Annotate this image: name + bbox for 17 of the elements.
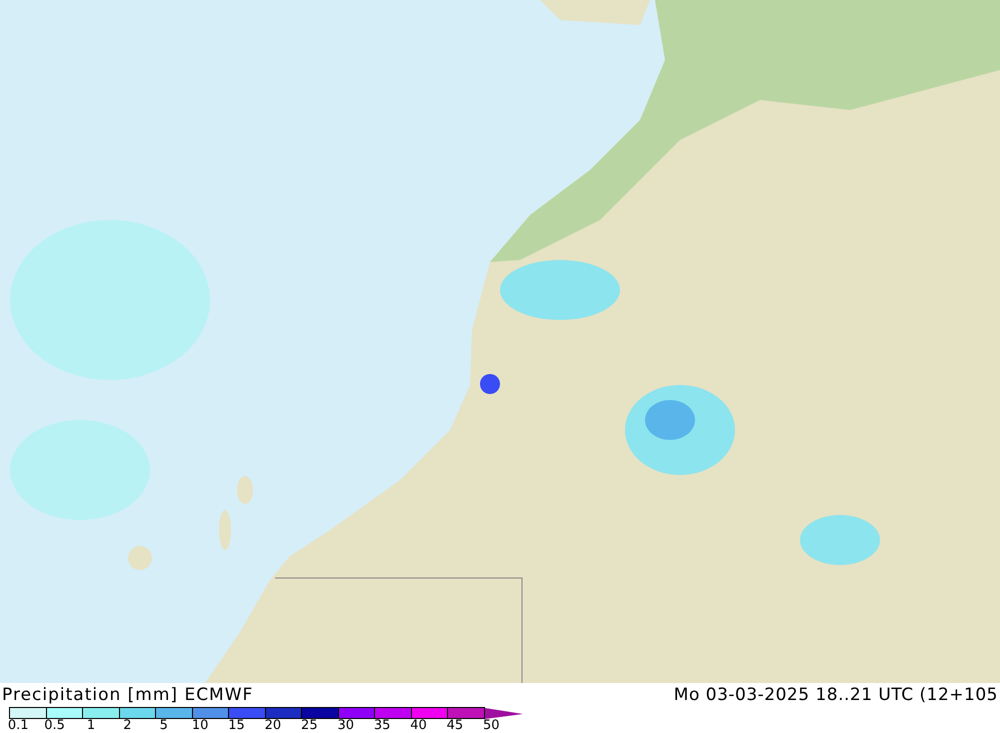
legend-tick-label: 50	[482, 719, 501, 732]
valid-time: Mo 03-03-2025 18..21 UTC (12+105	[674, 685, 998, 705]
legend-tick-label: 1	[86, 719, 96, 732]
legend-tick-label: 45	[446, 719, 464, 732]
legend-tick-label: 25	[300, 719, 319, 732]
legend-tick-label: 2	[122, 719, 132, 732]
legend-tick-label: 35	[372, 719, 392, 732]
legend-arrow-icon	[484, 708, 522, 718]
legend-tick-label: 0.1	[6, 719, 30, 732]
legend-tick-label: 5	[158, 719, 169, 732]
legend-tick-label: 40	[409, 719, 428, 732]
legend-tick-label: 20	[264, 719, 282, 732]
legend-tick-label: 10	[190, 719, 210, 732]
legend-tick-label: 0.5	[43, 719, 66, 732]
map-title: Precipitation [mm] ECMWF	[2, 685, 254, 705]
legend-tick-label: 15	[227, 719, 246, 732]
legend-tick-label: 30	[336, 719, 355, 732]
